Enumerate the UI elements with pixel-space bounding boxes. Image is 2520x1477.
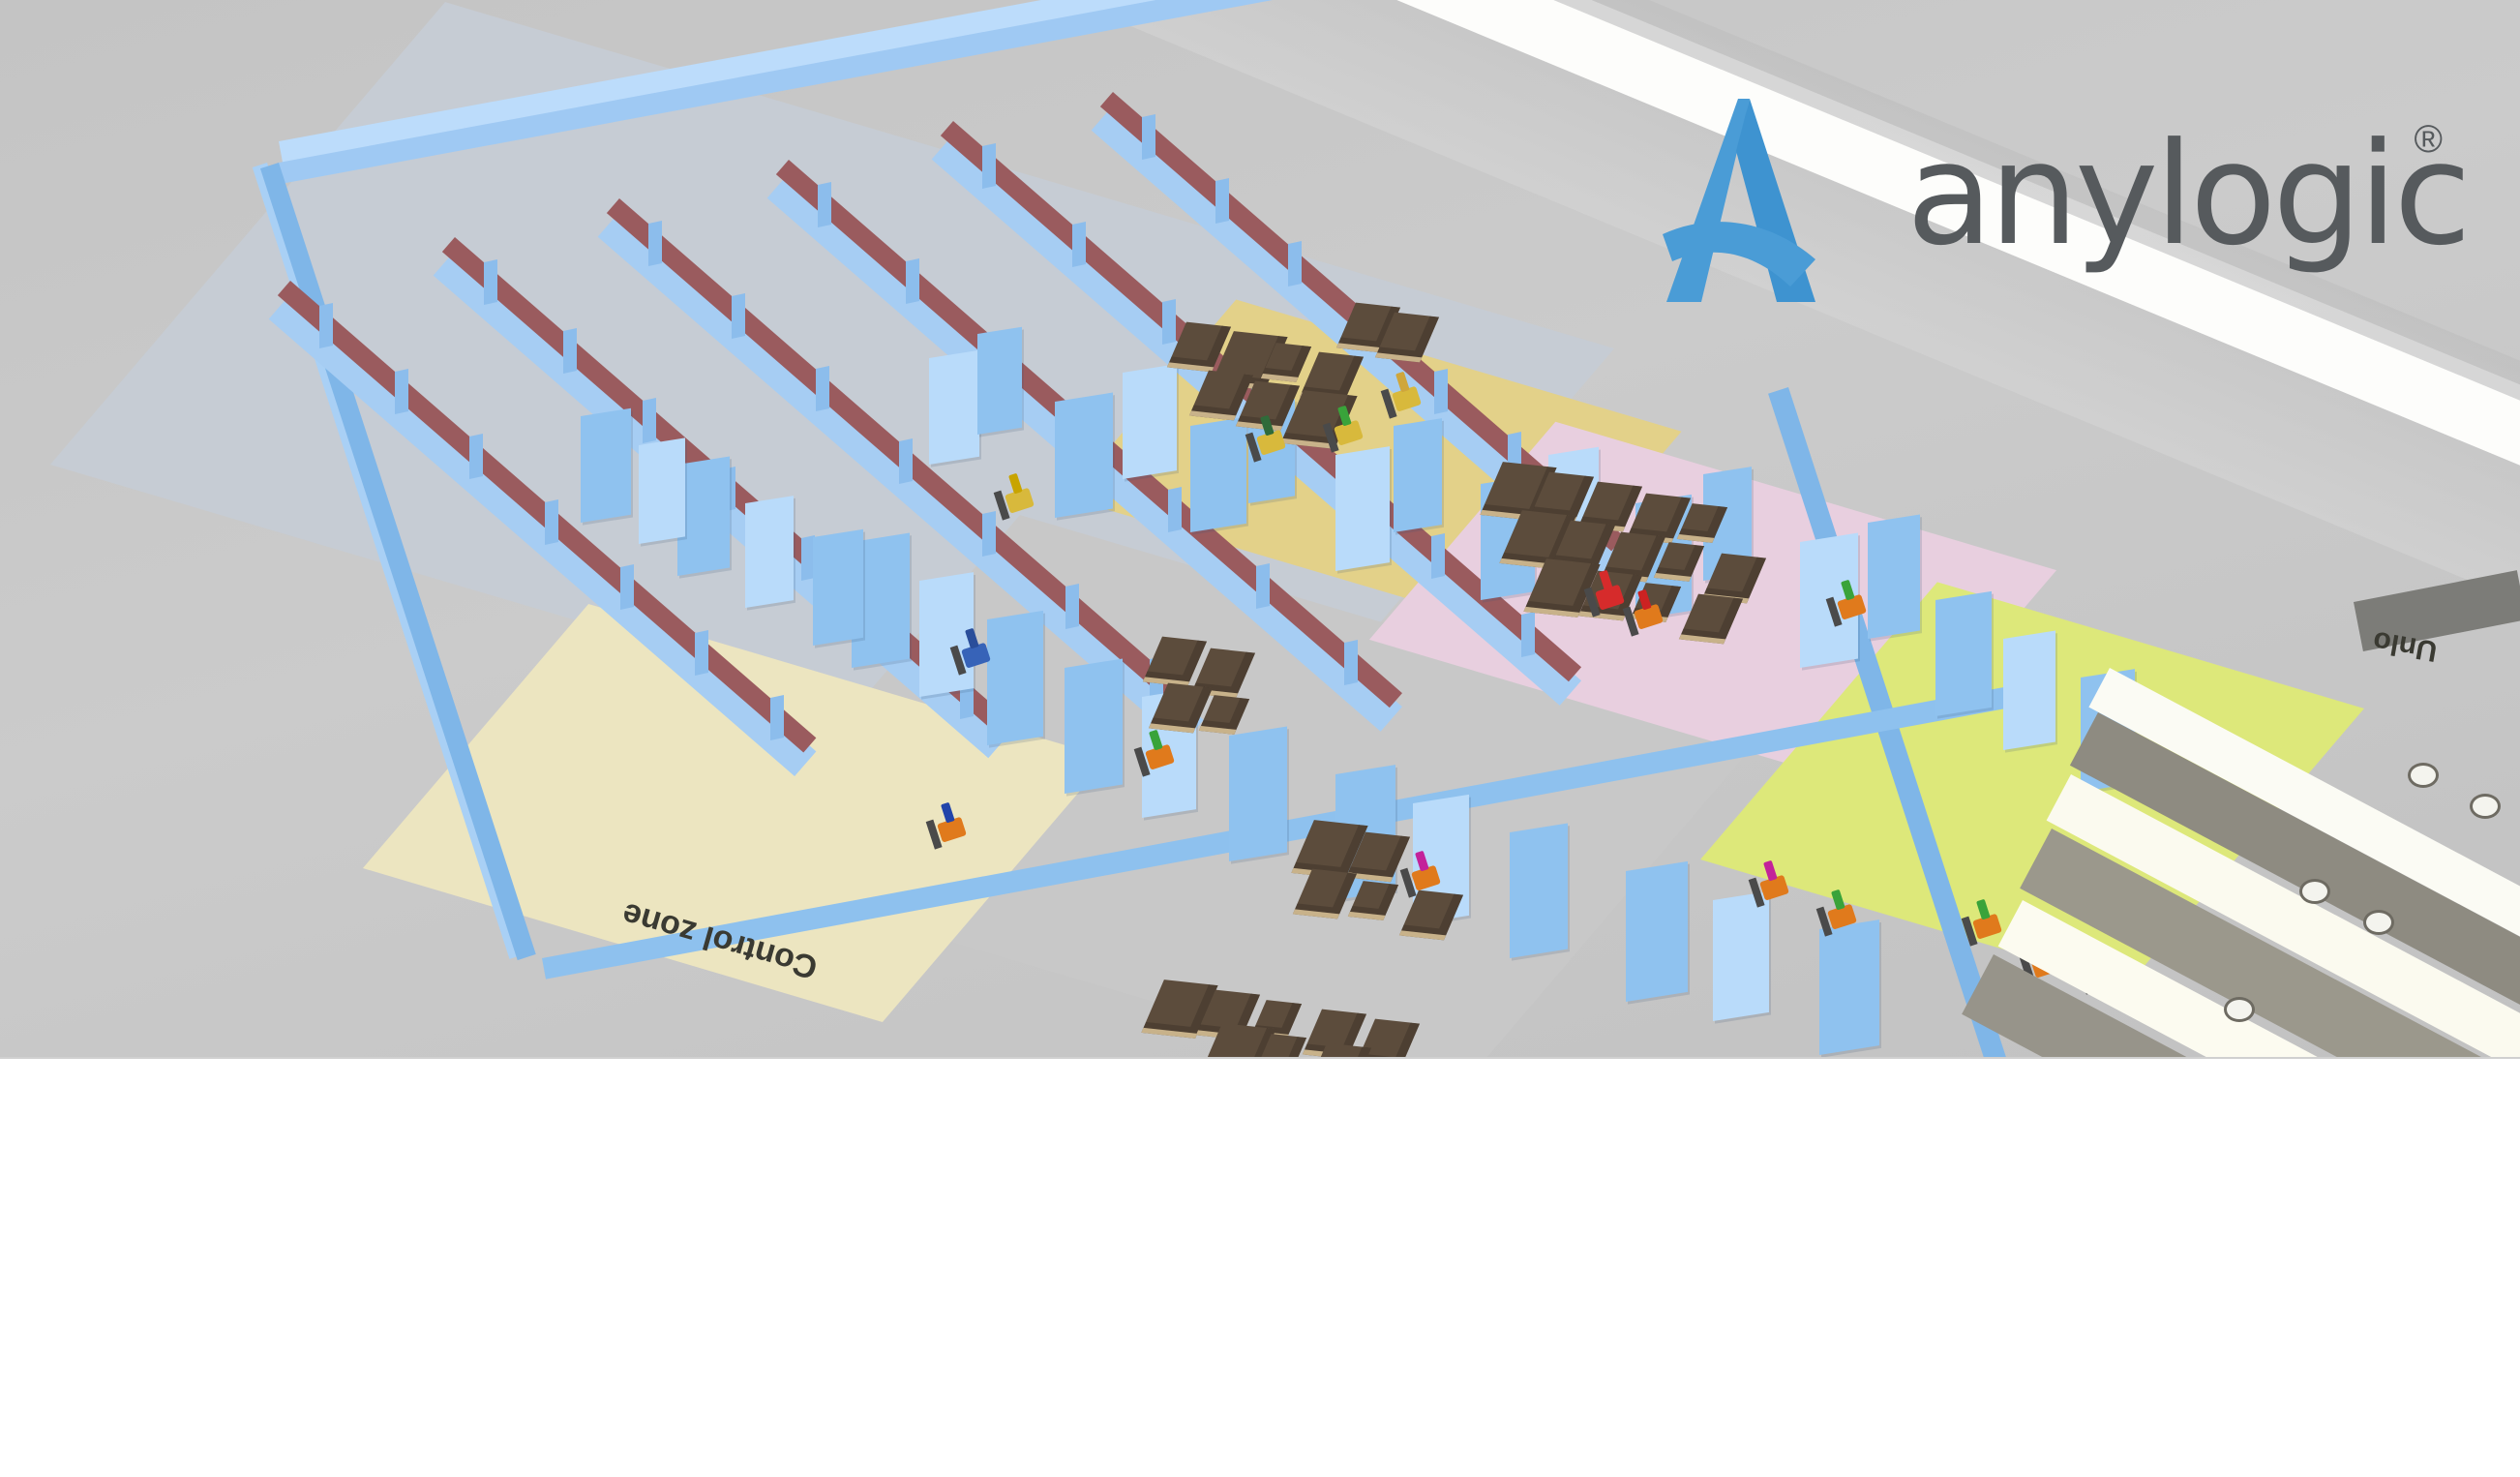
partition-block bbox=[1335, 446, 1390, 571]
rack-upright bbox=[818, 182, 832, 228]
rack-upright bbox=[1343, 639, 1358, 685]
rack-upright bbox=[1434, 368, 1449, 414]
partition-block bbox=[1819, 919, 1879, 1055]
partition-block bbox=[1065, 658, 1123, 794]
anylogic-wordmark: anylogic bbox=[1906, 112, 2472, 277]
partition-block bbox=[987, 610, 1043, 745]
partition-block bbox=[1626, 860, 1688, 1002]
rack-upright bbox=[898, 438, 913, 485]
rack-upright bbox=[319, 303, 334, 349]
rack-upright bbox=[1430, 533, 1445, 580]
rack-upright bbox=[1215, 177, 1229, 224]
partition-block bbox=[639, 437, 685, 544]
rack-upright bbox=[982, 143, 997, 190]
rack-upright bbox=[1168, 487, 1183, 533]
rack-upright bbox=[469, 434, 484, 480]
rack-upright bbox=[695, 629, 709, 676]
rack-upright bbox=[815, 366, 829, 412]
partition-block bbox=[581, 407, 631, 523]
partition-block bbox=[1229, 726, 1287, 861]
partition-block bbox=[1123, 364, 1177, 479]
partition-block bbox=[1935, 590, 1992, 716]
partition-block bbox=[745, 496, 794, 608]
partition-block bbox=[1868, 514, 1920, 639]
partition-block bbox=[813, 528, 863, 646]
warehouse-3d-view[interactable]: Control zone Unlo anylogic ® bbox=[0, 0, 2520, 1057]
rack-upright bbox=[484, 259, 498, 306]
rack-upright bbox=[394, 368, 408, 414]
truck-wheel bbox=[2299, 879, 2330, 904]
truck-wheel bbox=[2224, 997, 2255, 1022]
truck-wheel bbox=[2470, 794, 2501, 819]
partition-block bbox=[2003, 630, 2055, 750]
rack-upright bbox=[563, 328, 578, 375]
rack-upright bbox=[1520, 611, 1535, 657]
rack-upright bbox=[619, 564, 634, 611]
anylogic-mark-icon bbox=[1663, 99, 1815, 302]
rack-upright bbox=[1288, 241, 1303, 287]
rack-upright bbox=[982, 511, 997, 558]
rack-upright bbox=[648, 221, 663, 267]
rack-upright bbox=[1142, 114, 1156, 161]
partition-block bbox=[677, 456, 730, 576]
truck-wheel bbox=[2363, 910, 2394, 935]
registered-mark: ® bbox=[2414, 118, 2443, 161]
rack-upright bbox=[1071, 221, 1086, 267]
rack-upright bbox=[1256, 562, 1270, 609]
rack-upright bbox=[769, 695, 784, 741]
partition-block bbox=[929, 349, 979, 465]
rack-upright bbox=[643, 397, 657, 443]
partition-block bbox=[1055, 392, 1113, 518]
rack-upright bbox=[1161, 299, 1176, 346]
rack-upright bbox=[732, 293, 746, 340]
rack-upright bbox=[905, 257, 919, 304]
rack-upright bbox=[545, 498, 559, 545]
control-panel: Unloaders3Loaders3Transferers7Controller… bbox=[0, 1057, 2520, 1477]
partition-block bbox=[1190, 416, 1246, 532]
anylogic-simulation-window: Control zone Unlo anylogic ® Unloaders3L… bbox=[0, 0, 2520, 1477]
partition-block bbox=[977, 326, 1022, 435]
rack-upright bbox=[1065, 584, 1080, 630]
partition-block bbox=[1510, 823, 1568, 958]
partition-block bbox=[1394, 418, 1442, 532]
truck-wheel bbox=[2408, 763, 2439, 788]
partition-block bbox=[1713, 890, 1769, 1021]
anylogic-logo: anylogic ® bbox=[1645, 97, 2472, 310]
